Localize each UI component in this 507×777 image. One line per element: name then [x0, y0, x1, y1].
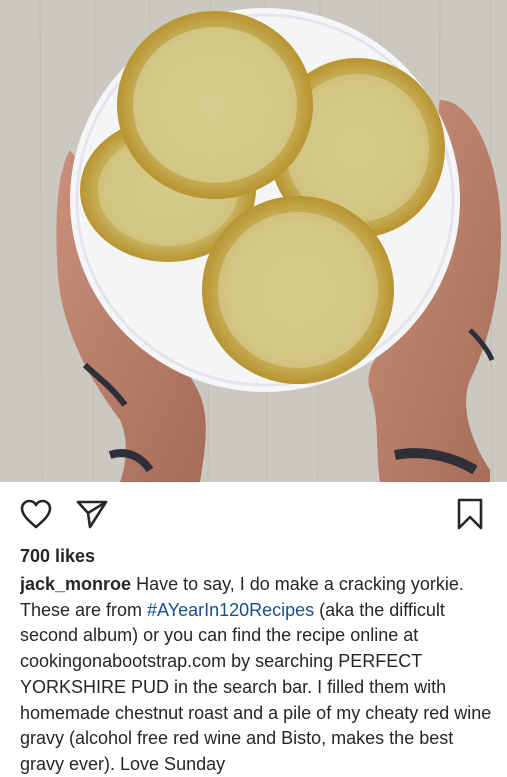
share-button[interactable] [74, 496, 110, 532]
save-button[interactable] [452, 496, 488, 532]
likes-count[interactable]: 700 likes [20, 546, 95, 567]
like-button[interactable] [18, 496, 54, 532]
paper-plane-icon [76, 500, 108, 529]
heart-outline-icon [20, 499, 52, 529]
bookmark-outline-icon [457, 498, 483, 530]
caption-username[interactable]: jack_monroe [20, 574, 131, 594]
post-actions-bar [0, 482, 507, 542]
post-caption: jack_monroe Have to say, I do make a cra… [20, 572, 495, 777]
caption-text-part2: (aka the difficult second album) or you … [20, 599, 492, 774]
caption-hashtag[interactable]: #AYearIn120Recipes [147, 600, 314, 620]
post-photo[interactable] [0, 0, 507, 482]
